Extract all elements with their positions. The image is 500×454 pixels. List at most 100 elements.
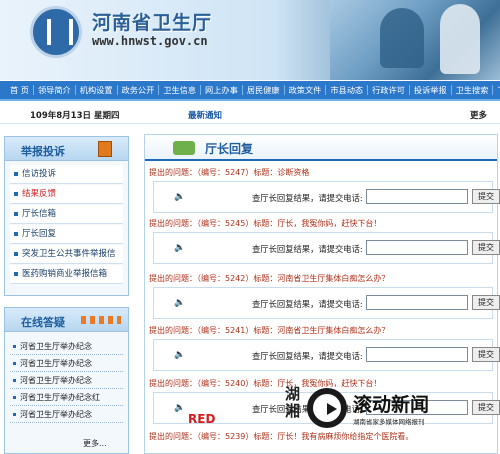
bullet-icon xyxy=(14,232,18,236)
book-icon xyxy=(98,141,112,157)
qa-list: 河省卫生厅举办纪念 河省卫生厅举办纪念 河省卫生厅举办纪念 河省卫生厅举办纪念红… xyxy=(5,332,128,429)
bullet-icon xyxy=(14,192,18,196)
speaker-icon: 🔈 xyxy=(174,243,186,253)
qa-panel-header: 在线答疑 xyxy=(5,308,128,332)
reply-title: 厅长回复 xyxy=(205,142,254,156)
report-item-label: 厅长回复 xyxy=(22,229,57,239)
more-link[interactable]: 更多 xyxy=(470,109,487,121)
question-title[interactable]: 提出的问题：（编号：5247）标题：诊断资格 xyxy=(145,167,497,179)
question-title[interactable]: 提出的问题：（编号：5242）标题：河南省卫生厅集体白痴怎么办？ xyxy=(145,273,497,285)
bullet-icon xyxy=(13,362,16,365)
report-item[interactable]: 医药购销商业举报信箱 xyxy=(10,265,123,284)
qa-item-label: 河省卫生厅举办纪念 xyxy=(20,376,92,385)
reply-item: 提出的问题：（编号：5242）标题：河南省卫生厅集体白痴怎么办？ 🔈 查厅长回复… xyxy=(145,273,500,319)
latest-notice-link[interactable]: 最新通知 xyxy=(188,109,222,121)
reply-item: 提出的问题：（编号：5247）标题：诊断资格 🔈 查厅长回复结果，请提交电话: … xyxy=(145,167,500,213)
qa-item[interactable]: 河省卫生厅举办纪念 xyxy=(10,372,123,389)
question-title[interactable]: 提出的问题：（编号：5241）标题：河南省卫生厅集体白痴怎么办？ xyxy=(145,325,497,337)
phone-input[interactable] xyxy=(366,347,468,362)
doctor-figure xyxy=(440,4,480,74)
nav-item-organization[interactable]: 机构设置 xyxy=(76,85,118,95)
banner-photo xyxy=(330,0,500,80)
speaker-icon: 🔈 xyxy=(174,403,186,413)
submit-button[interactable]: 提交 xyxy=(472,240,500,255)
nav-item-home[interactable]: 首 页 xyxy=(6,85,34,95)
question-title[interactable]: 提出的问题：（编号：5245）标题：厅长，我冤你妈，赶快下台！ xyxy=(145,218,497,230)
reply-label: 查厅长回复结果，请提交电话: xyxy=(252,351,363,361)
phone-input[interactable] xyxy=(366,189,468,204)
header-banner: 河南省卫生厅 www.hnwst.gov.cn xyxy=(0,0,500,80)
reply-box: 🔈 查厅长回复结果，请提交电话: 提交 xyxy=(153,181,500,213)
submit-button[interactable]: 提交 xyxy=(472,295,500,310)
reply-box: 🔈 查厅长回复结果，请提交电话: 提交 xyxy=(153,232,500,264)
submit-button[interactable]: 提交 xyxy=(472,189,500,204)
phone-input[interactable] xyxy=(366,295,468,310)
qa-item-label: 河省卫生厅举办纪念 xyxy=(20,410,92,419)
reply-header: 厅长回复 xyxy=(145,135,497,161)
report-panel: 举报投诉 信访投诉 结果反馈 厅长信箱 厅长回复 突发卫生公共事件举报信箱 医药… xyxy=(4,136,129,296)
nav-item-complaints[interactable]: 投诉举报 xyxy=(410,85,452,95)
speaker-icon: 🔈 xyxy=(174,298,186,308)
qa-more-button[interactable]: 更多... xyxy=(83,438,107,449)
qa-panel: 在线答疑 河省卫生厅举办纪念 河省卫生厅举办纪念 河省卫生厅举办纪念 河省卫生厅… xyxy=(4,307,129,454)
reply-box: 🔈 查厅长回复结果，请提交电话: 提交 xyxy=(153,339,500,371)
qa-item-label: 河省卫生厅举办纪念 xyxy=(20,342,92,351)
bullet-icon xyxy=(14,252,18,256)
bullet-icon xyxy=(14,212,18,216)
site-url[interactable]: www.hnwst.gov.cn xyxy=(92,34,208,48)
main-nav: 首 页 领导简介 机构设置 政务公开 卫生信息 网上办事 居民健康 政策文件 市… xyxy=(0,81,500,101)
nav-item-search[interactable]: 卫生搜索 xyxy=(452,85,494,95)
watermark-left-chars: 湖湘 xyxy=(285,385,301,420)
report-panel-header: 举报投诉 xyxy=(5,137,128,161)
report-item[interactable]: 信访投诉 xyxy=(10,165,123,184)
hand-icon xyxy=(173,141,195,155)
nav-item-licensing[interactable]: 行政许可 xyxy=(368,85,410,95)
site-title: 河南省卫生厅 xyxy=(92,12,213,34)
emblem-logo xyxy=(30,6,82,58)
nav-item-gov-affairs[interactable]: 政务公开 xyxy=(118,85,160,95)
nav-item-health-info[interactable]: 卫生信息 xyxy=(159,85,202,95)
nav-item-resident-health[interactable]: 居民健康 xyxy=(243,85,285,95)
bullet-icon xyxy=(13,379,16,382)
play-ring-icon xyxy=(307,388,347,428)
submit-button[interactable]: 提交 xyxy=(472,347,500,362)
phone-input[interactable] xyxy=(366,240,468,255)
qa-item[interactable]: 河省卫生厅举办纪念红 xyxy=(10,389,123,406)
reply-box: 🔈 查厅长回复结果，请提交电话: 提交 xyxy=(153,287,500,319)
decorative-stripe xyxy=(81,316,121,324)
current-date: 109年8月13日 星期四 xyxy=(30,111,120,121)
qa-item[interactable]: 河省卫生厅举办纪念 xyxy=(10,406,123,423)
bullet-icon xyxy=(14,172,18,176)
speaker-icon: 🔈 xyxy=(174,350,186,360)
qa-item-label: 河省卫生厅举办纪念 xyxy=(20,359,92,368)
qa-item[interactable]: 河省卫生厅举办纪念 xyxy=(10,338,123,355)
nav-item-online-service[interactable]: 网上办事 xyxy=(201,85,243,95)
report-item[interactable]: 厅长回复 xyxy=(10,225,123,244)
nav-item-policy[interactable]: 政策文件 xyxy=(285,85,327,95)
report-item[interactable]: 结果反馈 xyxy=(10,185,123,204)
submit-button[interactable]: 提交 xyxy=(472,400,500,415)
watermark-brand: 滚动新闻 xyxy=(353,394,430,416)
report-list: 信访投诉 结果反馈 厅长信箱 厅长回复 突发卫生公共事件举报信箱 医药购销商业举… xyxy=(5,161,128,289)
watermark-logo: 湖湘 滚动新闻 湖南省家多媒体网络报刊 xyxy=(285,384,463,436)
bullet-icon xyxy=(13,413,16,416)
report-item[interactable]: 厅长信箱 xyxy=(10,205,123,224)
reply-item: 提出的问题：（编号：5241）标题：河南省卫生厅集体白痴怎么办？ 🔈 查厅长回复… xyxy=(145,325,500,371)
qa-item-label: 河省卫生厅举办纪念红 xyxy=(20,393,100,402)
report-item[interactable]: 突发卫生公共事件举报信箱 xyxy=(10,245,123,278)
watermark-tagline: 湖南省家多媒体网络报刊 xyxy=(353,418,425,426)
qa-panel-title: 在线答疑 xyxy=(21,316,65,329)
report-item-label: 信访投诉 xyxy=(22,169,57,179)
report-item-label: 厅长信箱 xyxy=(22,209,57,219)
red-stamp: RED xyxy=(188,412,216,426)
reply-label: 查厅长回复结果，请提交电话: xyxy=(252,244,363,254)
bullet-icon xyxy=(14,272,18,276)
nav-item-local-news[interactable]: 市县动态 xyxy=(326,85,369,95)
qa-item[interactable]: 河省卫生厅举办纪念 xyxy=(10,355,123,372)
reply-label: 查厅长回复结果，请提交电话: xyxy=(252,193,363,203)
bullet-icon xyxy=(13,345,16,348)
nav-item-leaders[interactable]: 领导简介 xyxy=(34,85,76,95)
report-item-label: 医药购销商业举报信箱 xyxy=(22,269,108,279)
reply-item: 提出的问题：（编号：5245）标题：厅长，我冤你妈，赶快下台！ 🔈 查厅长回复结… xyxy=(145,218,500,264)
nav-item-more[interactable]: 下 xyxy=(493,85,500,95)
